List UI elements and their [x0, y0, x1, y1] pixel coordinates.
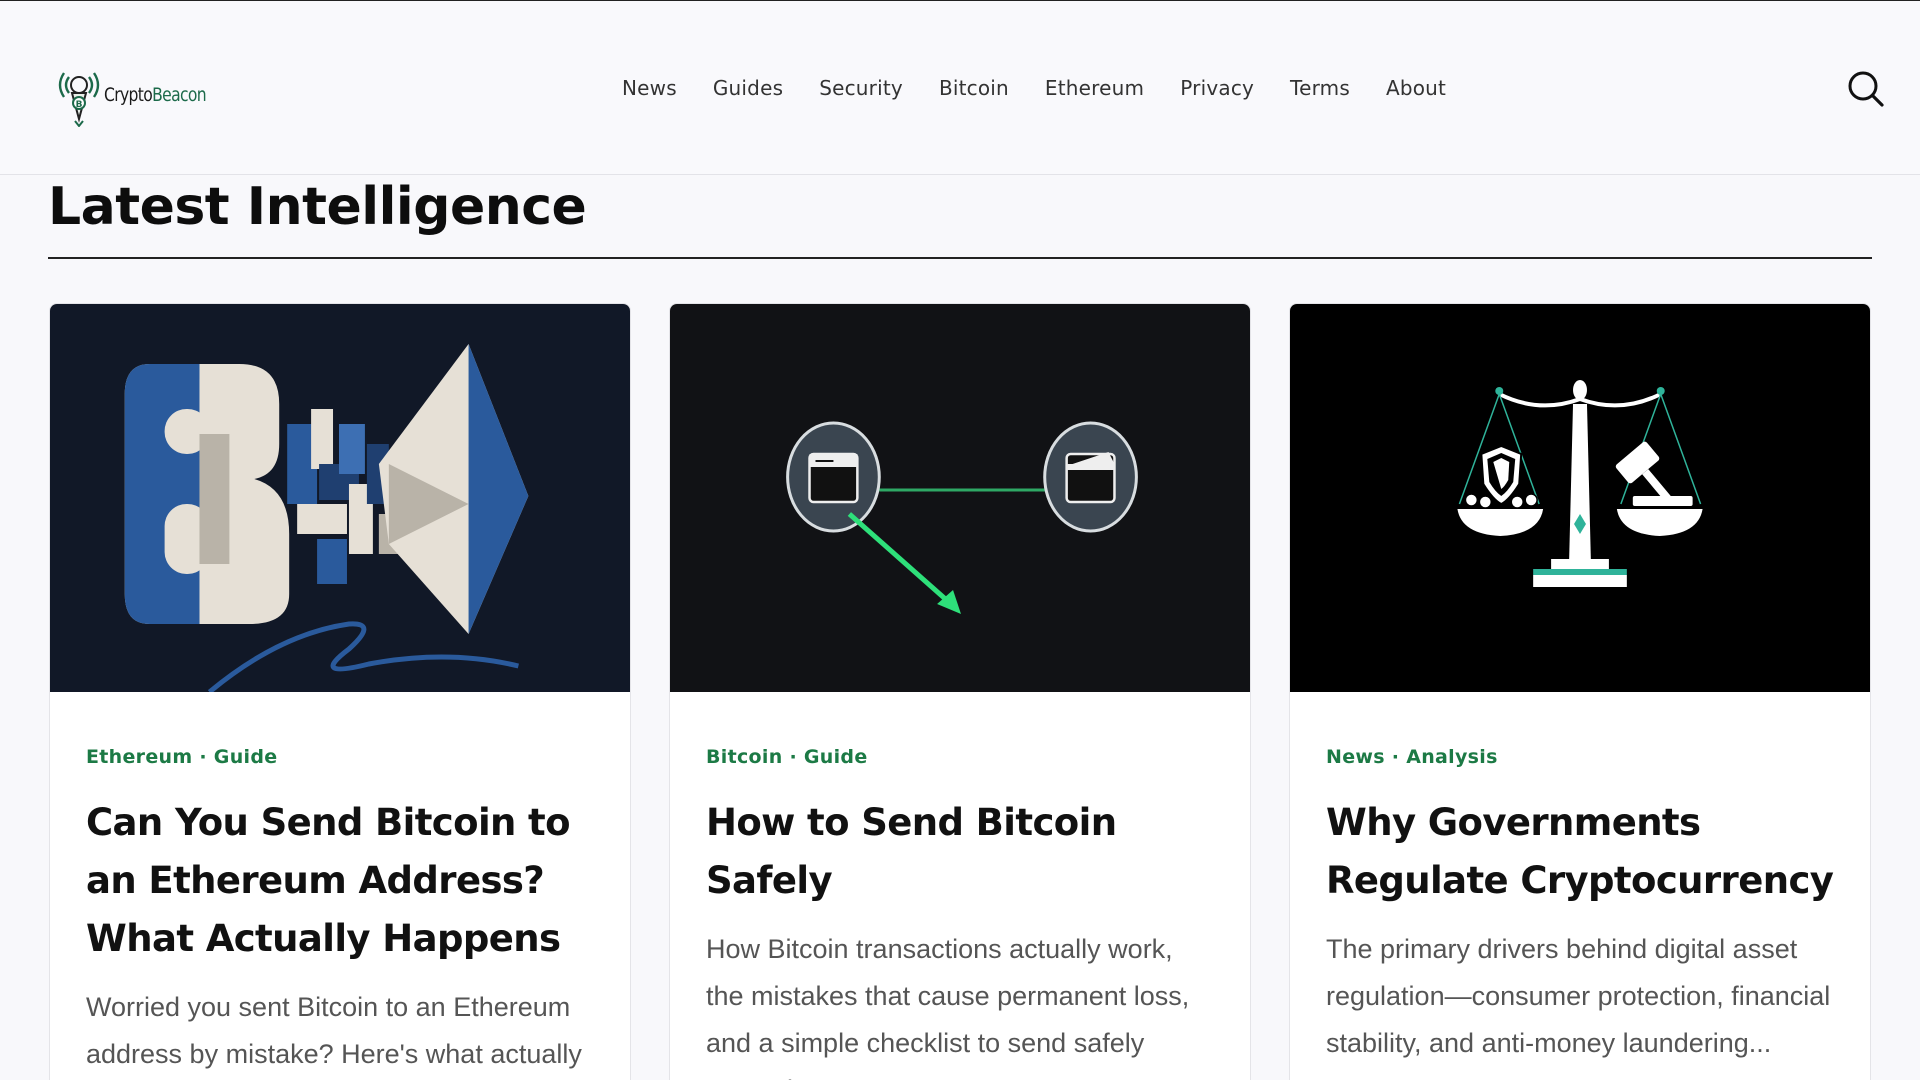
card-title[interactable]: How to Send Bitcoin Safely — [706, 794, 1214, 910]
search-icon — [1848, 71, 1884, 107]
card-category[interactable]: Bitcoin · Guide — [706, 746, 1214, 768]
nav-ethereum[interactable]: Ethereum — [1027, 76, 1162, 100]
site-logo[interactable]: B CryptoBeacon — [58, 63, 228, 127]
nav-privacy[interactable]: Privacy — [1162, 76, 1272, 100]
article-card-1[interactable]: Ethereum · Guide Can You Send Bitcoin to… — [49, 303, 631, 1080]
article-card-2[interactable]: Bitcoin · Guide How to Send Bitcoin Safe… — [669, 303, 1251, 1080]
section-title: Latest Intelligence — [48, 177, 587, 237]
card-category[interactable]: News · Analysis — [1326, 746, 1834, 768]
nav-about[interactable]: About — [1368, 76, 1464, 100]
wallet-transfer-illustration — [670, 304, 1250, 692]
nav-terms[interactable]: Terms — [1272, 76, 1368, 100]
beacon-bitcoin-icon: B — [58, 72, 100, 127]
site-header: B CryptoBeacon News Guides Security Bitc… — [0, 1, 1920, 175]
bitcoin-ethereum-merge-illustration — [50, 304, 630, 692]
section-divider — [48, 257, 1872, 259]
nav-guides[interactable]: Guides — [695, 76, 801, 100]
nav-bitcoin[interactable]: Bitcoin — [921, 76, 1027, 100]
main-nav: News Guides Security Bitcoin Ethereum Pr… — [622, 76, 1464, 100]
article-card-3[interactable]: News · Analysis Why Governments Regulate… — [1289, 303, 1871, 1080]
scales-of-justice-illustration — [1290, 304, 1870, 692]
card-excerpt: Worried you sent Bitcoin to an Ethereum … — [86, 992, 582, 1069]
svg-text:B: B — [76, 100, 83, 110]
card-excerpt: The primary drivers behind digital asset… — [1326, 934, 1831, 1058]
card-excerpt: How Bitcoin transactions actually work, … — [706, 934, 1190, 1080]
nav-security[interactable]: Security — [801, 76, 921, 100]
card-title[interactable]: Can You Send Bitcoin to an Ethereum Addr… — [86, 794, 594, 968]
card-title[interactable]: Why Governments Regulate Cryptocurrency — [1326, 794, 1834, 910]
search-button[interactable] — [1846, 69, 1886, 109]
brand-name: CryptoBeacon — [104, 84, 207, 106]
card-category[interactable]: Ethereum · Guide — [86, 746, 594, 768]
nav-news[interactable]: News — [622, 76, 695, 100]
